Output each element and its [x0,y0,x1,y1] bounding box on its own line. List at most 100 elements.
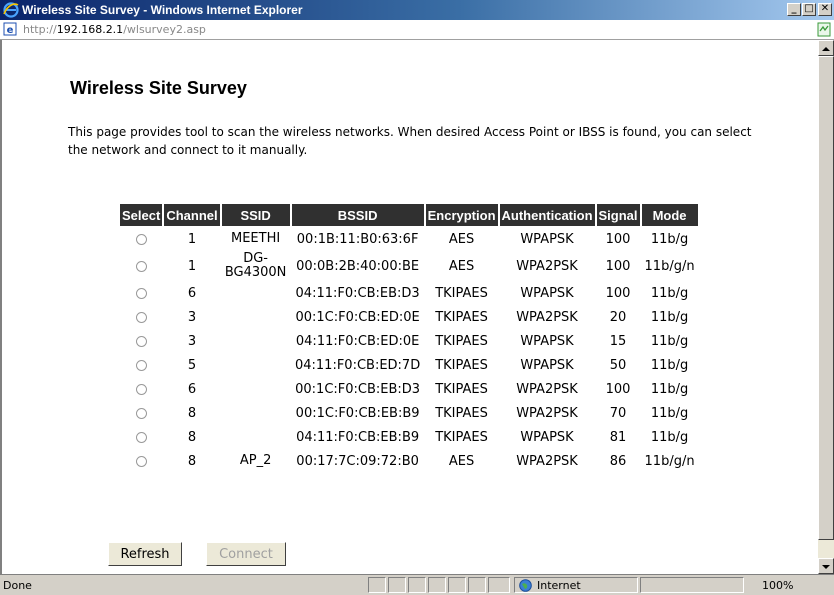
vertical-scrollbar[interactable] [818,40,834,574]
header-signal: Signal [596,204,640,226]
status-text: Done [3,579,32,592]
status-pane [488,577,510,593]
select-cell [120,282,162,304]
select-radio[interactable] [135,407,147,419]
select-cell [120,426,162,448]
authentication-cell: WPAPSK [520,285,574,301]
authentication-cell: WPAPSK [520,357,574,373]
bssid-cell: 04:11:F0:CB:EB:B9 [296,429,420,445]
channel-cell: 5 [187,357,197,373]
ssid-cell: DG- BG4300N [224,251,287,280]
scroll-thumb[interactable] [818,56,834,540]
signal-cell: 86 [609,453,627,469]
ssid-cell [222,354,290,376]
encryption-cell: TKIPAES [435,333,488,349]
select-radio[interactable] [135,233,147,245]
bssid-cell: 04:11:F0:CB:ED:7D [294,357,421,373]
svg-text:e: e [7,25,14,36]
ssid-cell [222,402,290,424]
encryption-cell: AES [448,453,475,469]
header-authentication: Authentication [499,204,595,226]
table-header-row: Select Channel SSID BSSID Encryption Aut… [120,204,698,226]
channel-cell: 8 [187,405,197,421]
select-radio[interactable] [135,311,147,323]
ie-icon [3,2,19,18]
signal-cell: 15 [609,333,627,349]
header-mode: Mode [641,204,698,226]
select-radio[interactable] [135,455,147,467]
status-pane [368,577,386,593]
ssid-cell [222,378,290,400]
header-select: Select [120,204,163,226]
connect-button[interactable]: Connect [206,542,286,566]
encryption-cell: TKIPAES [435,285,488,301]
authentication-cell: WPA2PSK [516,405,578,421]
ssid-cell [222,306,290,328]
table-row: 1 DG- BG4300N 00:0B:2B:40:00:BE AES WPA2PSK 10… [120,252,698,280]
authentication-cell: WPA2PSK [516,309,578,325]
security-zone[interactable]: Internet [514,577,638,593]
select-cell [120,252,162,280]
table-row: 5 04:11:F0:CB:ED:7D TKIPAES WPAPSK 50 11b/g [120,354,698,376]
signal-cell: 81 [609,429,627,445]
zoom-level[interactable]: 100% [762,579,793,592]
address-bar[interactable]: e http://192.168.2.1/wlsurvey2.asp [0,20,834,40]
globe-icon [519,579,532,592]
table-row: 3 00:1C:F0:CB:ED:0E TKIPAES WPA2PSK 20 11b/g [120,306,698,328]
status-pane [640,577,744,593]
scroll-up-button[interactable] [818,40,834,56]
select-cell [120,378,162,400]
bssid-cell: 00:1C:F0:CB:EB:D3 [295,381,421,397]
bssid-cell: 04:11:F0:CB:EB:D3 [295,285,420,301]
mode-cell: 11b/g/n [644,258,695,274]
select-radio[interactable] [135,335,147,347]
status-pane [388,577,406,593]
bssid-cell: 00:1C:F0:CB:EB:B9 [295,405,420,421]
scroll-down-button[interactable] [818,558,834,574]
arrow-up-icon [822,47,830,51]
url-host: 192.168.2.1 [56,23,124,36]
header-encryption: Encryption [425,204,498,226]
mode-cell: 11b/g [650,333,689,349]
select-radio[interactable] [135,431,147,443]
authentication-cell: WPA2PSK [516,453,578,469]
signal-cell: 70 [609,405,627,421]
select-radio[interactable] [135,383,147,395]
select-radio[interactable] [135,359,147,371]
header-ssid: SSID [221,204,290,226]
signal-cell: 100 [605,231,631,247]
url-scheme: http:// [23,23,57,36]
authentication-cell: WPA2PSK [516,381,578,397]
header-channel: Channel [164,204,220,226]
mode-cell: 11b/g [650,285,689,301]
window-title: Wireless Site Survey - Windows Internet … [22,3,303,17]
header-bssid: BSSID [291,204,424,226]
compatibility-view-icon[interactable] [817,22,831,37]
mode-cell: 11b/g [650,309,689,325]
authentication-cell: WPAPSK [520,231,574,247]
mode-cell: 11b/g [650,357,689,373]
refresh-button[interactable]: Refresh [108,542,182,566]
url-path: /wlsurvey2.asp [123,23,206,36]
channel-cell: 8 [187,453,197,469]
select-radio[interactable] [135,287,147,299]
select-cell [120,354,162,376]
mode-cell: 11b/g [650,231,689,247]
status-pane [468,577,486,593]
bssid-cell: 00:1B:11:B0:63:6F [296,231,419,247]
ssid-cell [222,330,290,352]
maximize-button[interactable]: □ [802,3,816,16]
encryption-cell: TKIPAES [435,429,488,445]
table-row: 8 04:11:F0:CB:EB:B9 TKIPAES WPAPSK 81 11b/g [120,426,698,448]
signal-cell: 100 [605,258,631,274]
signal-cell: 50 [609,357,627,373]
channel-cell: 8 [187,429,197,445]
close-button[interactable]: ✕ [818,3,832,16]
channel-cell: 6 [187,285,197,301]
bssid-cell: 00:0B:2B:40:00:BE [296,258,420,274]
mode-cell: 11b/g [650,405,689,421]
table-row: 6 00:1C:F0:CB:EB:D3 TKIPAES WPA2PSK 100 11b/g [120,378,698,400]
select-radio[interactable] [135,260,147,272]
url-text[interactable]: http://192.168.2.1/wlsurvey2.asp [23,23,206,36]
minimize-button[interactable]: _ [787,3,801,16]
